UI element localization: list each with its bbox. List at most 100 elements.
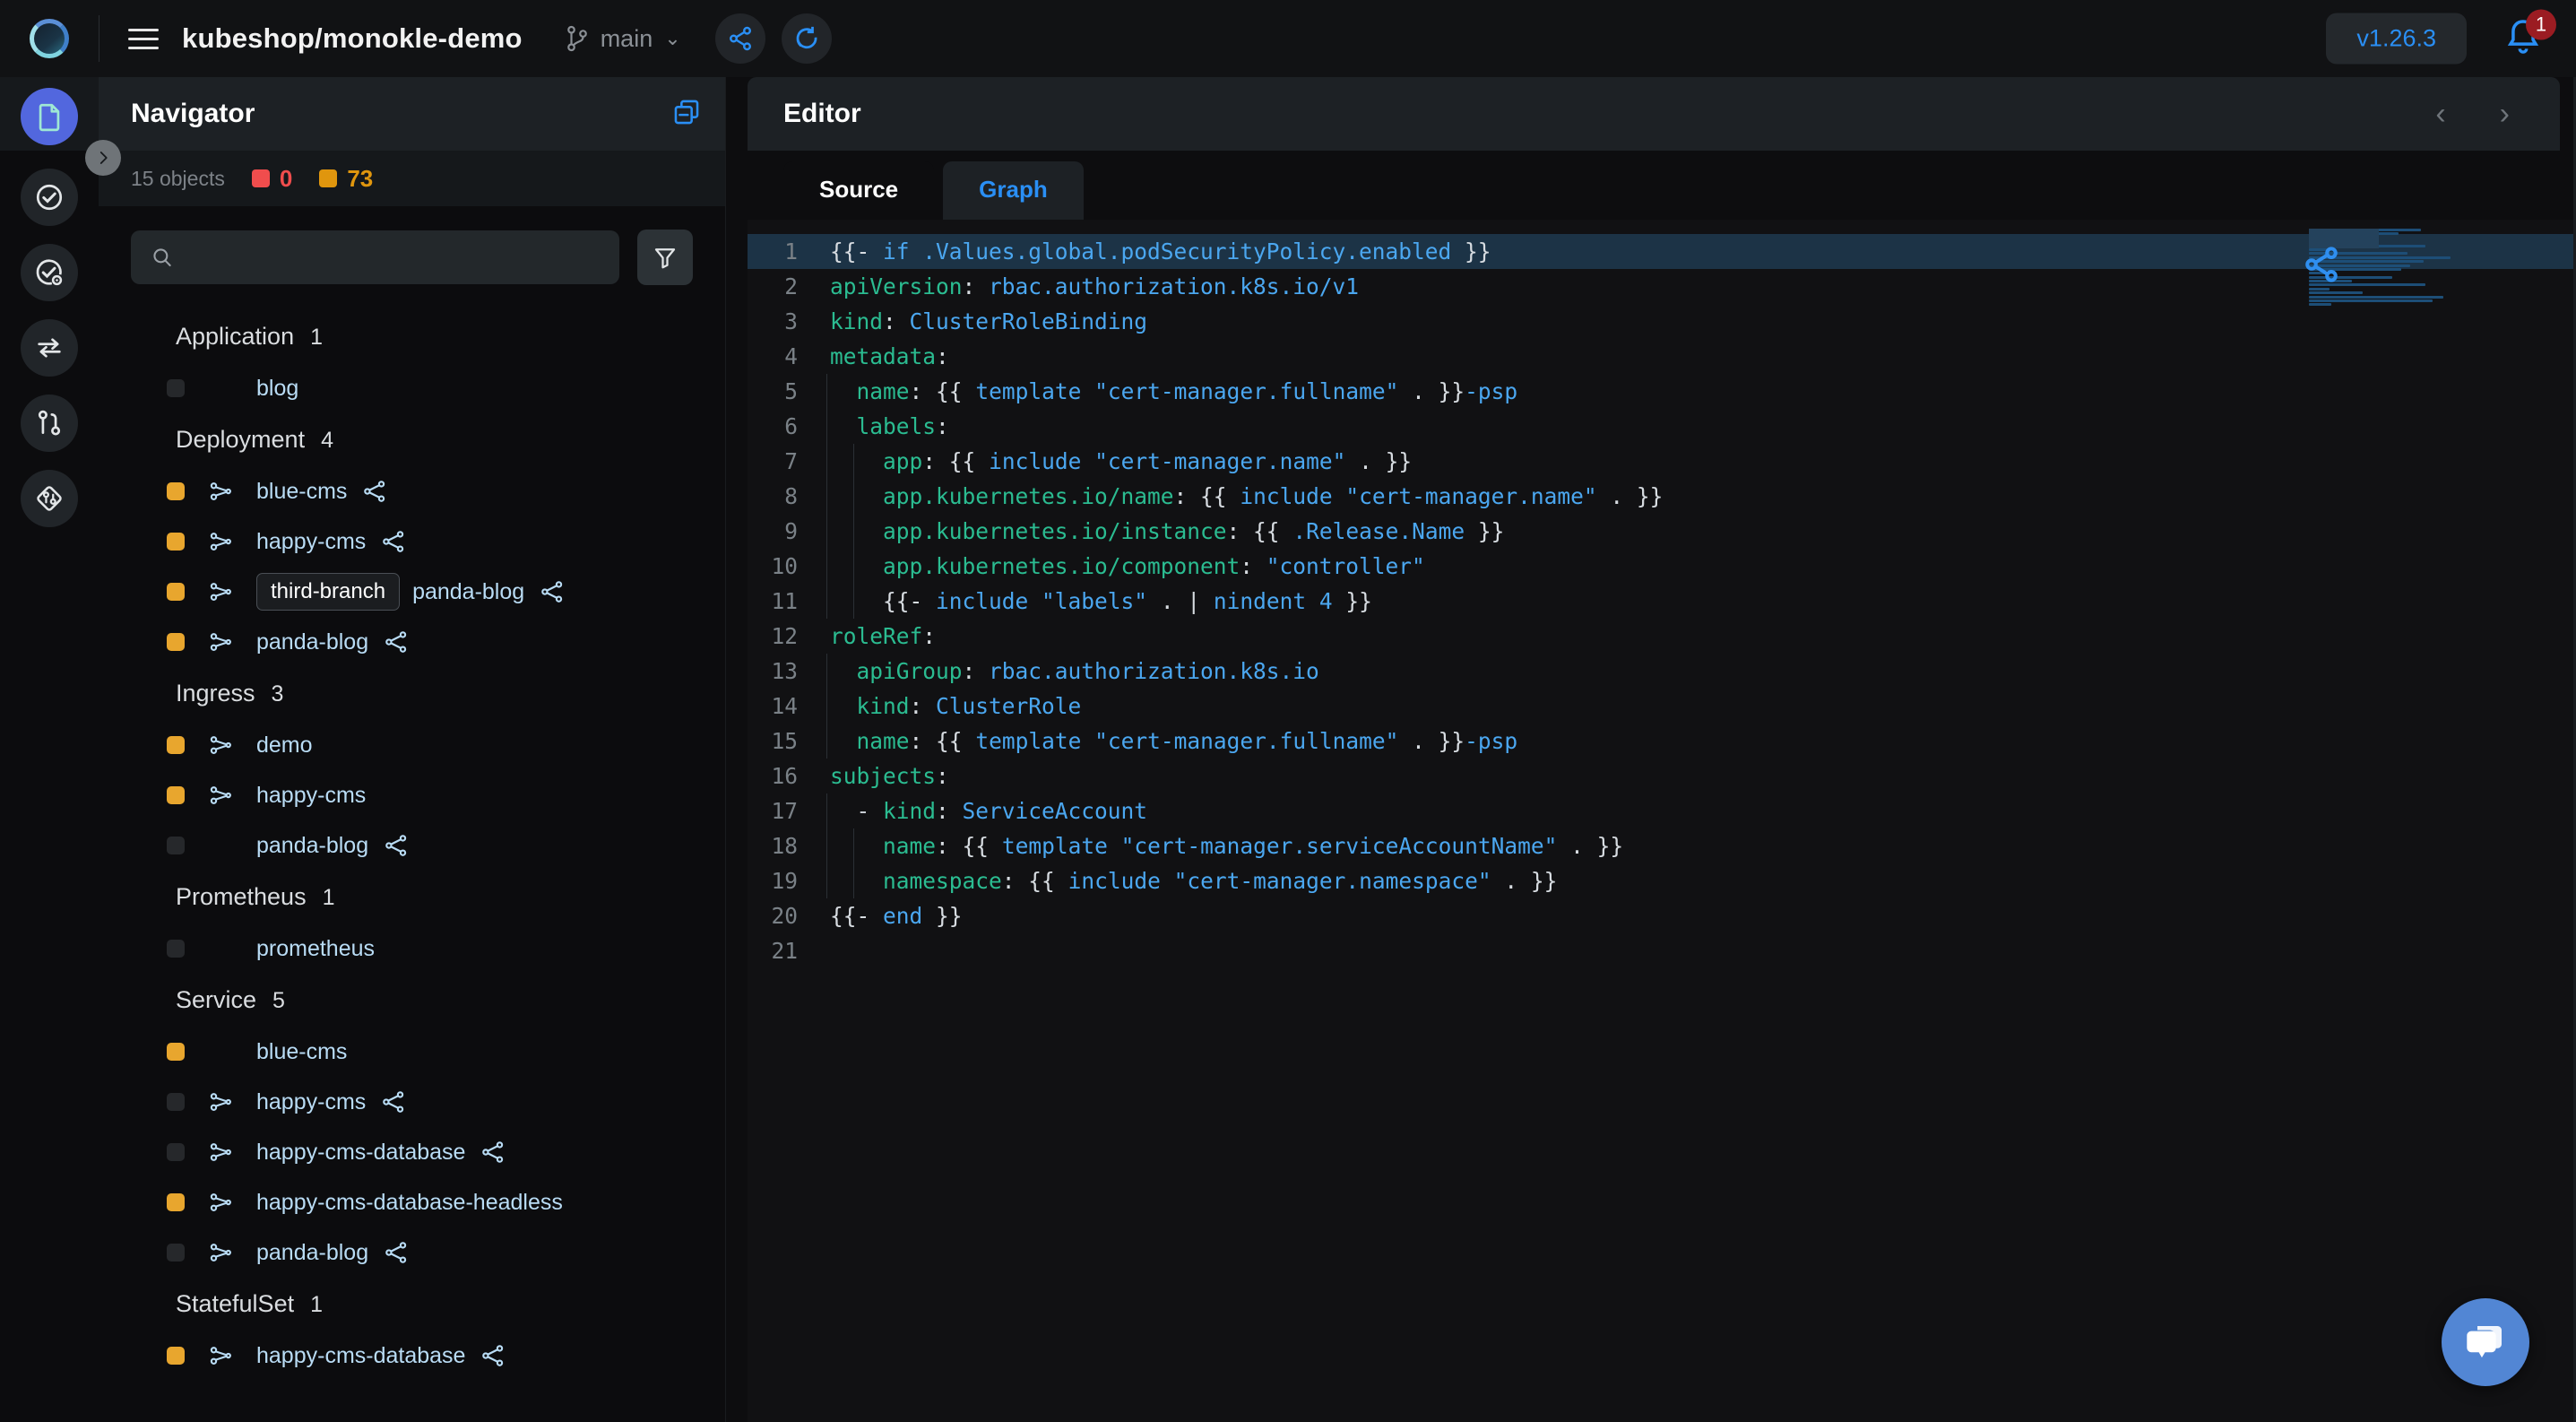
share-nodes-icon[interactable]: [380, 1088, 407, 1115]
resource-group-header[interactable]: Prometheus 1: [99, 871, 725, 923]
resource-list-item[interactable]: panda-blog: [99, 1227, 725, 1278]
line-number: 8: [784, 483, 798, 509]
resource-group-header[interactable]: StatefulSet 1: [99, 1278, 725, 1331]
activity-item-helm[interactable]: [21, 470, 78, 527]
code-token: "controller": [1266, 553, 1425, 579]
chevron-down-icon: ⌄: [664, 27, 681, 49]
activity-item-file-explorer[interactable]: [21, 88, 78, 145]
share-nodes-icon[interactable]: [714, 13, 765, 64]
code-line-text: name: {{ template "cert-manager.serviceA…: [819, 828, 1623, 863]
chat-support-button[interactable]: [2442, 1298, 2529, 1386]
share-nodes-icon[interactable]: [480, 1342, 506, 1369]
resource-list-item[interactable]: happy-cms-database-headless: [99, 1177, 725, 1227]
code-token: . }}: [1345, 448, 1413, 474]
editor-title: Editor: [783, 99, 861, 128]
error-count-group[interactable]: 0: [251, 165, 292, 193]
code-token: app.kubernetes.io/instance: [883, 518, 1227, 544]
navigator-search-row: [99, 206, 725, 294]
activity-item-validation-settings[interactable]: [21, 244, 78, 301]
resource-kind-icon: [199, 629, 242, 655]
code-token: :: [1240, 553, 1266, 579]
tab-source[interactable]: Source: [783, 161, 935, 220]
sidebar-collapse-toggle[interactable]: [85, 140, 121, 176]
resource-list-item[interactable]: panda-blog: [99, 617, 725, 667]
kubernetes-version-badge[interactable]: v1.26.3: [2326, 13, 2467, 65]
resource-list-item[interactable]: blue-cms: [99, 1027, 725, 1077]
resource-list-item[interactable]: third-branch panda-blog: [99, 567, 725, 617]
resource-name: happy-cms-database: [256, 1139, 466, 1165]
code-token: {{: [1028, 868, 1068, 894]
resource-group-label: Service: [176, 986, 257, 1013]
share-nodes-icon[interactable]: [480, 1139, 506, 1166]
resource-kind-icon: [199, 1139, 242, 1166]
resource-kind-icon: [199, 478, 242, 505]
code-line: 18 name: {{ template "cert-manager.servi…: [748, 828, 2576, 863]
code-token: {{-: [830, 903, 884, 929]
resource-list-item[interactable]: prometheus: [99, 923, 725, 974]
code-token: :: [1173, 483, 1201, 509]
filter-button[interactable]: [637, 230, 693, 285]
resource-name: prometheus: [256, 935, 376, 961]
resource-group-header[interactable]: Ingress 3: [99, 667, 725, 720]
resource-list-item[interactable]: panda-blog: [99, 820, 725, 871]
search-input[interactable]: [186, 245, 600, 270]
resource-group-header[interactable]: Application 1: [99, 310, 725, 363]
code-token: :: [936, 343, 949, 369]
refresh-icon[interactable]: [781, 13, 832, 64]
resource-kind-icon: [199, 732, 242, 759]
hamburger-menu-icon[interactable]: [128, 28, 159, 49]
tab-graph[interactable]: Graph: [943, 161, 1084, 220]
code-token: :: [922, 623, 937, 649]
code-token: name: [856, 728, 910, 754]
resource-list-item[interactable]: blog: [99, 363, 725, 413]
resource-list-item[interactable]: happy-cms-database: [99, 1331, 725, 1381]
activity-item-compare[interactable]: [21, 319, 78, 377]
share-nodes-icon[interactable]: [383, 629, 410, 655]
resource-list-item[interactable]: happy-cms: [99, 770, 725, 820]
code-token: apiGroup: [856, 658, 963, 684]
code-token: "cert-manager.fullname": [1094, 378, 1399, 404]
collapse-all-icon[interactable]: [671, 97, 702, 132]
share-nodes-icon[interactable]: [383, 832, 410, 859]
resource-list-item[interactable]: blue-cms: [99, 466, 725, 516]
code-token: {{-: [830, 238, 884, 264]
share-nodes-icon[interactable]: [361, 478, 388, 505]
branch-selector[interactable]: main ⌄: [566, 24, 681, 53]
code-editor[interactable]: 1 {{- if .Values.global.podSecurityPolicy…: [748, 220, 2576, 1422]
resource-name: panda-blog: [256, 629, 369, 655]
search-input-wrapper[interactable]: [131, 230, 619, 284]
search-icon: [153, 248, 171, 267]
share-nodes-icon[interactable]: [539, 578, 566, 605]
chevron-left-icon[interactable]: ‹: [2435, 97, 2445, 132]
chevron-right-icon[interactable]: ›: [2500, 97, 2510, 132]
indent-guide: [826, 793, 827, 828]
code-token: {{: [1253, 518, 1293, 544]
code-line: 21: [748, 933, 2576, 968]
resource-list-item[interactable]: happy-cms-database: [99, 1127, 725, 1177]
line-number: 12: [771, 623, 798, 649]
code-token: . |: [1147, 588, 1214, 614]
resource-name: happy-cms-database-headless: [256, 1189, 563, 1215]
resource-group-header[interactable]: Deployment 4: [99, 413, 725, 466]
indent-guide: [826, 514, 827, 549]
resource-list-item[interactable]: happy-cms: [99, 516, 725, 567]
resource-group-count: 1: [322, 885, 335, 910]
share-nodes-icon[interactable]: [383, 1239, 410, 1266]
code-line-text: kind: ClusterRole: [819, 689, 1081, 724]
warning-count-group[interactable]: 73: [319, 165, 373, 193]
code-line: 13 apiGroup: rbac.authorization.k8s.io: [748, 654, 2576, 689]
activity-item-git[interactable]: [21, 395, 78, 452]
notifications-button[interactable]: 1: [2503, 9, 2556, 61]
code-token: name: [883, 833, 937, 859]
branch-tag-badge: third-branch: [256, 573, 401, 611]
navigator-panel: Navigator 15 objects 0 73 Application 1 …: [99, 77, 726, 1422]
code-line: 3 kind: ClusterRoleBinding: [748, 304, 2576, 339]
code-line-text: subjects:: [819, 759, 949, 793]
resource-list-item[interactable]: happy-cms: [99, 1077, 725, 1127]
resource-group-header[interactable]: Service 5: [99, 974, 725, 1027]
share-nodes-icon[interactable]: [380, 528, 407, 555]
activity-item-validation[interactable]: [21, 169, 78, 226]
resource-list-item[interactable]: demo: [99, 720, 725, 770]
monokle-app-window: kubeshop/monokle-demo main ⌄ v1.26.3 1 N…: [0, 0, 2576, 1422]
line-number: 19: [771, 868, 798, 894]
